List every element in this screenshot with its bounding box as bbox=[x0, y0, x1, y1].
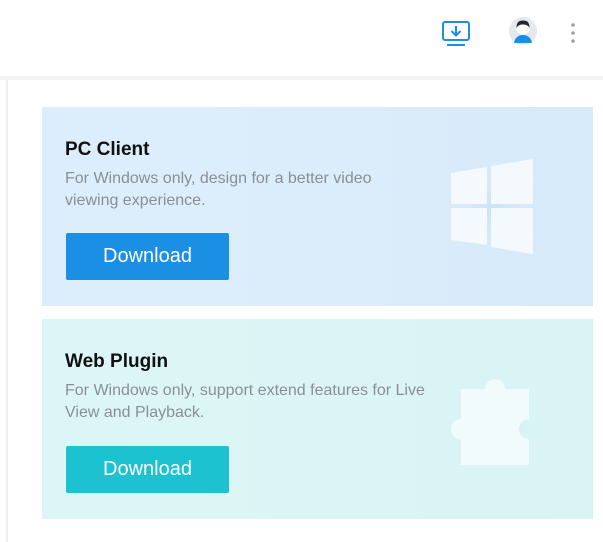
card-title: PC Client bbox=[65, 139, 150, 160]
download-icon[interactable] bbox=[441, 20, 471, 48]
panel-left-border bbox=[6, 80, 8, 542]
windows-logo-icon bbox=[433, 147, 553, 267]
pc-client-card: PC Client For Windows only, design for a… bbox=[42, 107, 593, 306]
card-title: Web Plugin bbox=[65, 351, 169, 372]
user-avatar-icon[interactable] bbox=[508, 16, 538, 46]
card-description: For Windows only, design for a better vi… bbox=[65, 170, 372, 209]
more-vertical-icon[interactable] bbox=[566, 20, 580, 46]
web-plugin-card: Web Plugin For Windows only, support ext… bbox=[42, 319, 593, 519]
pc-client-download-button[interactable]: Download bbox=[66, 233, 229, 280]
top-bar bbox=[0, 0, 603, 80]
web-plugin-download-button[interactable]: Download bbox=[66, 446, 229, 493]
card-description: For Windows only, support extend feature… bbox=[65, 382, 425, 421]
puzzle-piece-icon bbox=[433, 359, 553, 479]
